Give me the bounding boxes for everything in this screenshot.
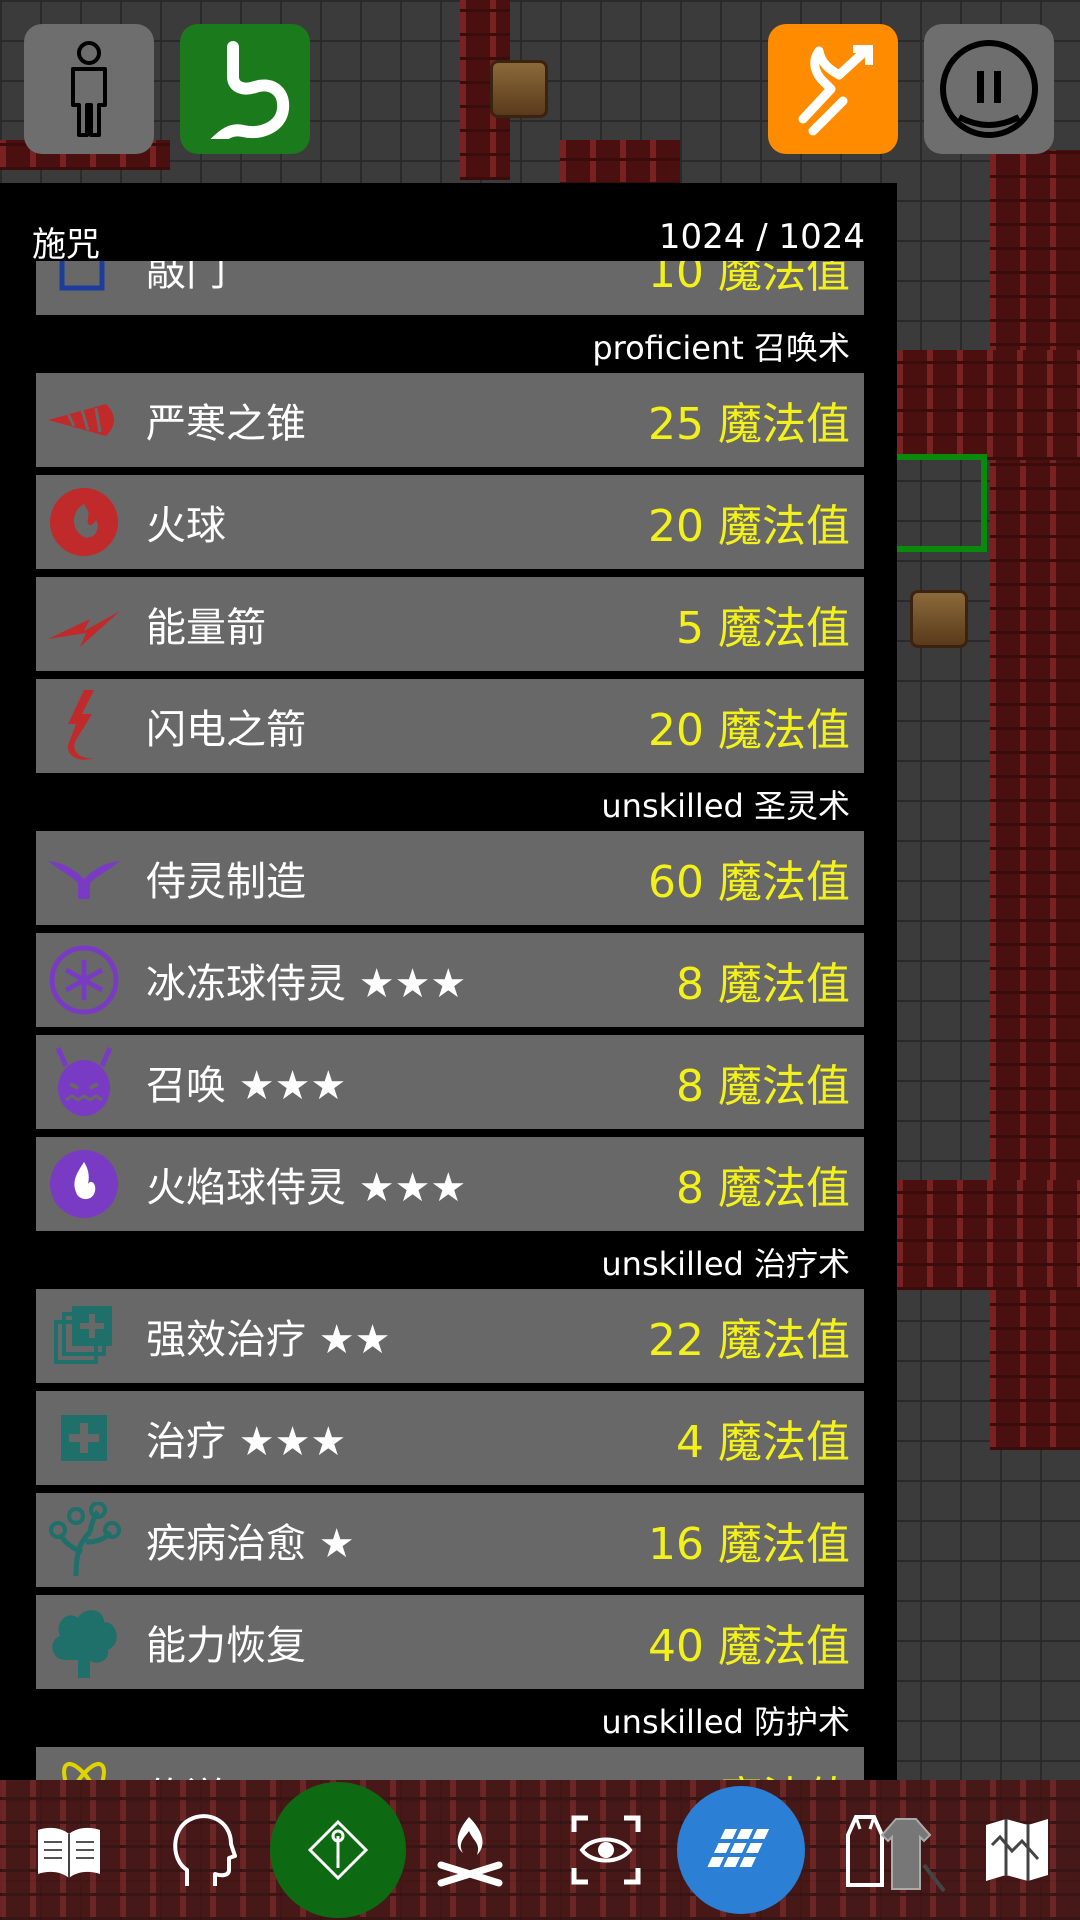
map-tiles-button[interactable] xyxy=(676,1780,806,1920)
spell-cost: 60 魔法值 xyxy=(648,857,850,908)
healing-icon xyxy=(44,1398,124,1478)
spell-name: 强效治疗 ★★ xyxy=(146,1317,391,1363)
campfire-rest-icon xyxy=(437,1817,503,1887)
spell-name: 严寒之锥 xyxy=(146,401,306,447)
lightning-bolt-icon xyxy=(44,686,124,766)
map-tiles-icon xyxy=(707,1829,770,1867)
hunger-stomach-icon xyxy=(210,41,290,139)
spell-row[interactable]: 召唤 ★★★ 8 魔法值 xyxy=(36,1035,864,1129)
spell-row[interactable]: 强效治疗 ★★ 22 魔法值 xyxy=(36,1289,864,1383)
spell-row[interactable]: 闪电之箭 20 魔法值 xyxy=(36,679,864,773)
spell-name: 敲门 xyxy=(146,261,226,295)
cast-spell-icon xyxy=(307,1819,369,1881)
spell-row[interactable]: 火焰球侍灵 ★★★ 8 魔法值 xyxy=(36,1137,864,1231)
pause-button[interactable] xyxy=(924,24,1054,154)
inventory-button[interactable] xyxy=(840,1780,950,1920)
cone-of-cold-icon xyxy=(44,380,124,460)
spell-name: 疾病治愈 ★ xyxy=(146,1521,355,1567)
world-map-icon xyxy=(986,1819,1048,1881)
spell-row[interactable]: 敲门 10 魔法值 xyxy=(36,261,864,315)
flame-sphere-icon xyxy=(44,1144,124,1224)
spell-name: 火焰球侍灵 ★★★ xyxy=(146,1165,467,1211)
spell-cost: 40 魔法值 xyxy=(648,1621,850,1672)
extra-healing-icon xyxy=(44,1296,124,1376)
selection-cursor xyxy=(897,454,987,552)
spell-cost: 4 魔法值 xyxy=(676,1417,850,1468)
spell-cost: 25 魔法值 xyxy=(648,399,850,450)
spell-name: 闪电之箭 xyxy=(146,707,306,753)
world-map-button[interactable] xyxy=(972,1780,1062,1920)
spell-name: 治疗 ★★★ xyxy=(146,1419,347,1465)
character-profile-button[interactable] xyxy=(152,1780,252,1920)
section-header: unskilled 防护术 xyxy=(601,1703,850,1741)
section-header: proficient 召唤术 xyxy=(592,329,850,367)
spell-row[interactable]: 冰冻球侍灵 ★★★ 8 魔法值 xyxy=(36,933,864,1027)
spell-cost: 16 魔法值 xyxy=(648,1519,850,1570)
look-eye-icon xyxy=(571,1815,641,1885)
spell-cost: 22 魔法值 xyxy=(648,1315,850,1366)
spell-cost: 60 魔法值 xyxy=(648,1762,850,1780)
pause-icon xyxy=(940,40,1038,138)
spell-name: 传送 xyxy=(146,1765,648,1780)
spell-cost: 20 魔法值 xyxy=(648,501,850,552)
knock-icon xyxy=(44,261,124,308)
fire-arrow-icon xyxy=(798,45,873,136)
spell-row[interactable]: 传送 60 魔法值 xyxy=(36,1747,864,1780)
create-familiar-icon xyxy=(44,838,124,918)
character-button[interactable] xyxy=(24,24,154,154)
dungeon-wall xyxy=(560,140,680,185)
dungeon-wall xyxy=(897,1180,1080,1290)
spell-cost: 20 魔法值 xyxy=(648,705,850,756)
bottom-navigation-bar xyxy=(0,1780,1080,1920)
spell-row[interactable]: 侍灵制造 60 魔法值 xyxy=(36,831,864,925)
spell-name: 火球 xyxy=(146,503,226,549)
spell-name: 召唤 ★★★ xyxy=(146,1063,347,1109)
look-button[interactable] xyxy=(566,1780,646,1920)
spell-row[interactable]: 能量箭 5 魔法值 xyxy=(36,577,864,671)
spell-row[interactable]: 治疗 ★★★ 4 魔法值 xyxy=(36,1391,864,1485)
section-header: unskilled 治疗术 xyxy=(601,1245,850,1283)
spell-row[interactable]: 严寒之锥 25 魔法值 xyxy=(36,373,864,467)
inventory-icon xyxy=(846,1815,946,1893)
chest-item[interactable] xyxy=(490,60,548,118)
force-bolt-icon xyxy=(44,584,124,664)
spell-name: 能量箭 xyxy=(146,605,266,651)
chest-item[interactable] xyxy=(910,590,968,648)
spell-name: 冰冻球侍灵 ★★★ xyxy=(146,961,467,1007)
spell-name: 侍灵制造 xyxy=(146,859,306,905)
dungeon-wall xyxy=(897,350,1080,460)
teleport-icon xyxy=(44,1754,124,1780)
spell-row[interactable]: 能力恢复 40 魔法值 xyxy=(36,1595,864,1689)
cast-spell-button[interactable] xyxy=(270,1780,406,1920)
spell-cost: 10 魔法值 xyxy=(648,261,850,298)
spell-row[interactable]: 疾病治愈 ★ 16 魔法值 xyxy=(36,1493,864,1587)
fireball-icon xyxy=(44,482,124,562)
spellbook-button[interactable] xyxy=(24,1780,114,1920)
rest-button[interactable] xyxy=(430,1780,510,1920)
summon-demon-icon xyxy=(44,1042,124,1122)
spellbook-icon xyxy=(38,1827,100,1878)
hunger-status-button[interactable] xyxy=(180,24,310,154)
section-header: unskilled 圣灵术 xyxy=(601,787,850,825)
frost-sphere-icon xyxy=(44,940,124,1020)
spell-name: 能力恢复 xyxy=(146,1623,306,1669)
fire-action-button[interactable] xyxy=(768,24,898,154)
restore-ability-icon xyxy=(44,1602,124,1682)
head-profile-icon xyxy=(173,1814,237,1886)
mana-display: 1024 / 1024 xyxy=(658,217,865,257)
spell-row[interactable]: 火球 20 魔法值 xyxy=(36,475,864,569)
spell-cost: 8 魔法值 xyxy=(676,959,850,1010)
spell-cast-panel: 施咒 1024 / 1024 敲门 10 魔法值 proficient 召唤术 … xyxy=(0,183,897,1780)
cure-sickness-icon xyxy=(44,1500,124,1580)
spell-list[interactable]: 敲门 10 魔法值 proficient 召唤术 严寒之锥 25 魔法值 火球 … xyxy=(36,261,864,1780)
spell-cost: 5 魔法值 xyxy=(676,603,850,654)
spell-cost: 8 魔法值 xyxy=(676,1163,850,1214)
character-icon xyxy=(71,41,107,137)
spell-cost: 8 魔法值 xyxy=(676,1061,850,1112)
panel-title: 施咒 xyxy=(32,225,100,265)
